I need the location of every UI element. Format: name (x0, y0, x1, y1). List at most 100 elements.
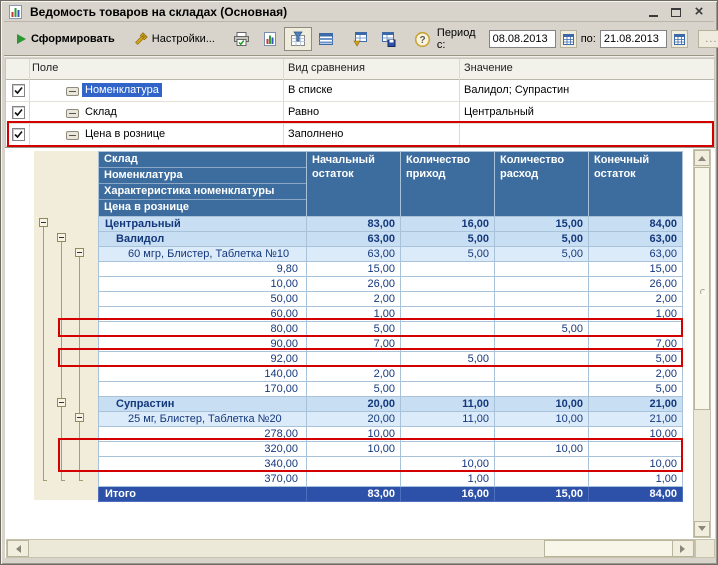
scroll-right-button[interactable] (672, 540, 694, 557)
report-cell-value[interactable]: 5,00 (401, 232, 495, 247)
horizontal-scrollbar[interactable] (6, 539, 695, 558)
report-row-label[interactable]: 60 мгр, Блистер, Таблетка №10 (99, 247, 307, 262)
report-cell-value[interactable] (401, 307, 495, 322)
print-button[interactable] (227, 27, 256, 51)
filter-row[interactable]: Склад Равно Центральный (6, 102, 714, 124)
filter-field-name[interactable]: Цена в рознице (82, 127, 168, 141)
table-structure-button[interactable] (312, 27, 340, 51)
report-row-label[interactable]: 340,00 (99, 457, 307, 472)
collapse-group-button[interactable] (75, 413, 84, 422)
filter-comparison-value[interactable]: В списке (288, 84, 333, 96)
report-cell-value[interactable]: 20,00 (307, 397, 401, 412)
report-cell-value[interactable] (495, 307, 589, 322)
report-cell-value[interactable]: 84,00 (589, 487, 683, 502)
horizontal-scroll-thumb[interactable] (544, 540, 674, 557)
calendar-picker-button[interactable] (671, 30, 688, 48)
report-cell-value[interactable]: 1,00 (589, 472, 683, 487)
report-header-rows[interactable]: СкладНоменклатураХарактеристика номенкла… (99, 152, 307, 217)
report-cell-value[interactable]: 5,00 (589, 352, 683, 367)
report-cell-value[interactable]: 2,00 (589, 292, 683, 307)
report-cell-value[interactable]: 15,00 (495, 217, 589, 232)
minimize-button[interactable] (646, 5, 660, 19)
report-row-label[interactable]: Итого (99, 487, 307, 502)
report-cell-value[interactable]: 15,00 (589, 262, 683, 277)
report-cell-value[interactable]: 5,00 (307, 382, 401, 397)
report-cell-value[interactable]: 10,00 (307, 427, 401, 442)
report-column-header[interactable]: Количество расход (495, 152, 589, 217)
report-cell-value[interactable]: 63,00 (307, 247, 401, 262)
report-cell-value[interactable]: 63,00 (589, 247, 683, 262)
report-cell-value[interactable] (589, 322, 683, 337)
filter-row-checkbox[interactable] (12, 106, 25, 119)
collapse-group-button[interactable] (75, 248, 84, 257)
report-cell-value[interactable] (495, 472, 589, 487)
filter-row-checkbox[interactable] (12, 128, 25, 141)
report-row-label[interactable]: Валидол (99, 232, 307, 247)
report-cell-value[interactable] (401, 442, 495, 457)
report-row-label[interactable]: Супрастин (99, 397, 307, 412)
report-cell-value[interactable]: 5,00 (401, 352, 495, 367)
filter-row-checkbox[interactable] (12, 84, 25, 97)
report-cell-value[interactable]: 1,00 (307, 307, 401, 322)
report-cell-value[interactable]: 10,00 (307, 442, 401, 457)
report-cell-value[interactable] (495, 352, 589, 367)
vertical-scrollbar[interactable] (693, 149, 711, 538)
report-cell-value[interactable] (401, 382, 495, 397)
scroll-up-button[interactable] (694, 150, 710, 166)
scroll-left-button[interactable] (7, 540, 29, 557)
report-cell-value[interactable] (307, 472, 401, 487)
report-cell-value[interactable]: 11,00 (401, 397, 495, 412)
maximize-button[interactable] (669, 5, 683, 19)
report-row-label[interactable]: 320,00 (99, 442, 307, 457)
filter-row[interactable]: Номенклатура В списке Валидол; Супрастин (6, 80, 714, 102)
collapse-group-button[interactable] (57, 398, 66, 407)
report-row-label[interactable]: 10,00 (99, 277, 307, 292)
report-row-label[interactable]: 92,00 (99, 352, 307, 367)
report-row-label[interactable]: 50,00 (99, 292, 307, 307)
report-cell-value[interactable]: 10,00 (589, 457, 683, 472)
report-cell-value[interactable]: 5,00 (401, 247, 495, 262)
filter-field-name[interactable]: Номенклатура (82, 83, 162, 97)
report-cell-value[interactable]: 15,00 (307, 262, 401, 277)
report-cell-value[interactable]: 2,00 (307, 292, 401, 307)
report-cell-value[interactable]: 10,00 (495, 412, 589, 427)
period-to-input[interactable]: 21.08.2013 (600, 30, 667, 48)
calendar-picker-button[interactable] (560, 30, 577, 48)
period-from-input[interactable]: 08.08.2013 (489, 30, 556, 48)
report-row-label[interactable]: 140,00 (99, 367, 307, 382)
report-chart-button[interactable] (256, 27, 284, 51)
filter-row[interactable]: Цена в рознице Заполнено (6, 124, 714, 146)
report-cell-value[interactable]: 83,00 (307, 217, 401, 232)
report-cell-value[interactable] (495, 262, 589, 277)
report-row-label[interactable]: 9,80 (99, 262, 307, 277)
report-cell-value[interactable] (495, 427, 589, 442)
report-row-label[interactable]: 90,00 (99, 337, 307, 352)
report-cell-value[interactable] (495, 277, 589, 292)
help-button[interactable]: ? (408, 27, 437, 51)
report-cell-value[interactable]: 21,00 (589, 412, 683, 427)
report-cell-value[interactable]: 10,00 (495, 442, 589, 457)
report-cell-value[interactable]: 84,00 (589, 217, 683, 232)
report-cell-value[interactable]: 5,00 (495, 232, 589, 247)
period-more-button[interactable]: ... (698, 30, 718, 48)
filter-comparison-value[interactable]: Равно (288, 106, 319, 118)
report-cell-value[interactable]: 11,00 (401, 412, 495, 427)
report-cell-value[interactable]: 26,00 (589, 277, 683, 292)
save-settings-button[interactable] (374, 27, 402, 51)
report-cell-value[interactable]: 5,00 (589, 382, 683, 397)
report-cell-value[interactable] (401, 277, 495, 292)
report-column-header[interactable]: Конечный остаток (589, 152, 683, 217)
report-cell-value[interactable]: 2,00 (589, 367, 683, 382)
report-cell-value[interactable]: 26,00 (307, 277, 401, 292)
report-cell-value[interactable]: 5,00 (307, 322, 401, 337)
report-cell-value[interactable]: 83,00 (307, 487, 401, 502)
report-cell-value[interactable]: 10,00 (401, 457, 495, 472)
report-row-label[interactable]: 60,00 (99, 307, 307, 322)
report-row-label[interactable]: Центральный (99, 217, 307, 232)
report-cell-value[interactable] (495, 292, 589, 307)
report-cell-value[interactable] (495, 382, 589, 397)
report-cell-value[interactable] (495, 367, 589, 382)
report-cell-value[interactable]: 7,00 (307, 337, 401, 352)
vertical-scroll-thumb[interactable] (694, 167, 710, 410)
scroll-down-button[interactable] (694, 521, 710, 537)
